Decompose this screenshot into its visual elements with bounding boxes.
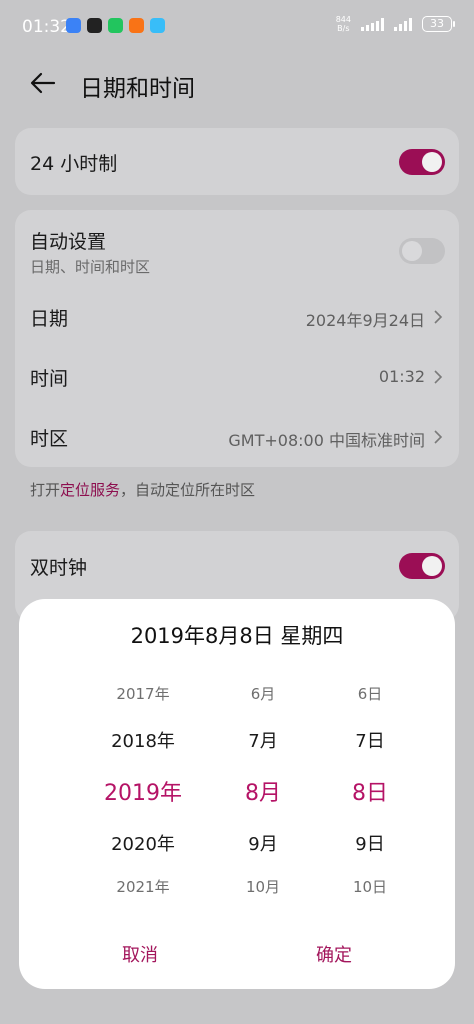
- day-item-selected[interactable]: 8日: [300, 775, 440, 807]
- day-item[interactable]: 9日: [300, 830, 440, 856]
- cancel-button[interactable]: 取消: [60, 941, 220, 967]
- day-item[interactable]: 6日: [300, 683, 440, 704]
- year-item[interactable]: 2017年: [73, 683, 213, 704]
- confirm-button[interactable]: 确定: [254, 941, 414, 967]
- year-item-selected[interactable]: 2019年: [73, 775, 213, 807]
- year-item[interactable]: 2018年: [73, 727, 213, 753]
- year-item[interactable]: 2021年: [73, 876, 213, 897]
- date-picker-sheet: 2019年8月8日 星期四 2017年 2018年 2019年 2020年 20…: [19, 599, 455, 989]
- day-item[interactable]: 7日: [300, 727, 440, 753]
- picker-title: 2019年8月8日 星期四: [130, 624, 344, 648]
- year-item[interactable]: 2020年: [73, 830, 213, 856]
- day-item[interactable]: 10日: [300, 876, 440, 897]
